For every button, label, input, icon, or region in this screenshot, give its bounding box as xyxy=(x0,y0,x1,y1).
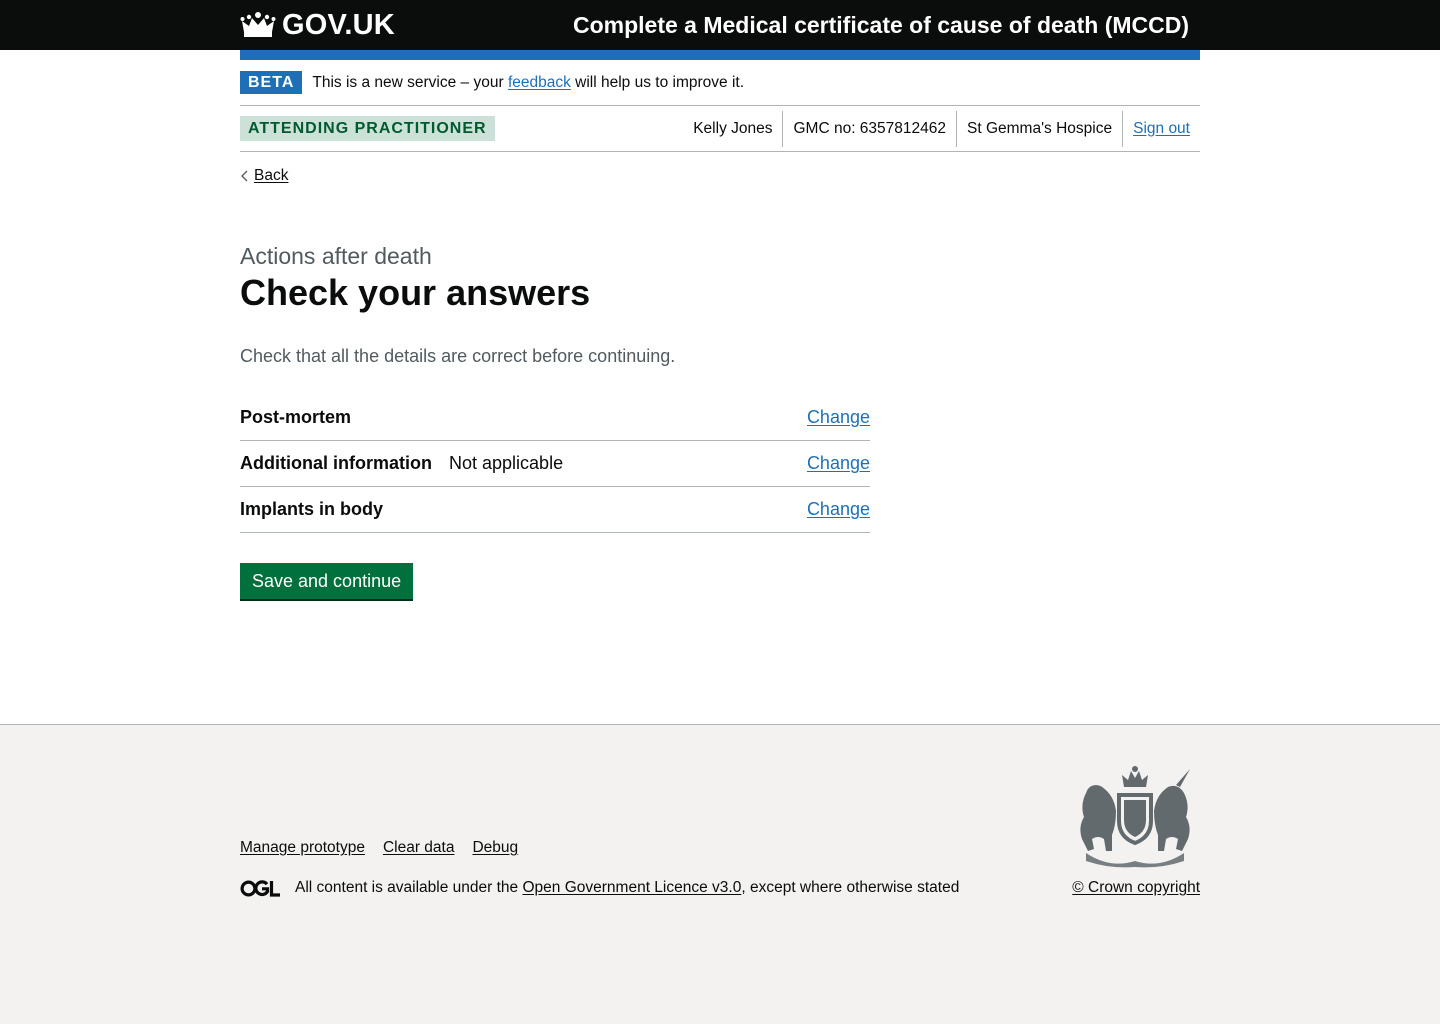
sign-out-link[interactable]: Sign out xyxy=(1123,111,1200,147)
phase-text-before: This is a new service – your xyxy=(312,73,504,91)
user-meta: Kelly Jones GMC no: 6357812462 St Gemma'… xyxy=(683,110,1200,147)
ogl-link[interactable]: Open Government Licence v3.0 xyxy=(522,879,741,897)
change-implants-link[interactable]: Change xyxy=(807,499,870,519)
licence-text-before: All content is available under the xyxy=(295,879,519,896)
summary-value xyxy=(449,497,750,522)
change-additional-information-link[interactable]: Change xyxy=(807,453,870,473)
feedback-link[interactable]: feedback xyxy=(508,74,571,91)
summary-row-additional-information: Additional information Not applicable Ch… xyxy=(240,441,870,488)
licence-statement: All content is available under the Open … xyxy=(240,879,959,897)
manage-prototype-link[interactable]: Manage prototype xyxy=(240,839,365,857)
summary-key: Post-mortem xyxy=(240,407,352,428)
licence-text-after: , except where otherwise stated xyxy=(741,879,960,896)
phase-banner: BETA This is a new service – your feedba… xyxy=(240,60,1200,106)
summary-value xyxy=(449,405,750,430)
user-role-bar: ATTENDING PRACTITIONER Kelly Jones GMC n… xyxy=(240,106,1200,152)
summary-row-implants: Implants in body Change xyxy=(240,487,870,534)
page-caption: Actions after death xyxy=(240,243,432,269)
site-header: GOV.UK Complete a Medical certificate of… xyxy=(0,0,1440,50)
back-link[interactable]: Back xyxy=(254,167,288,185)
beta-tag: BETA xyxy=(240,71,303,94)
role-tag: ATTENDING PRACTITIONER xyxy=(240,116,495,141)
clear-data-link[interactable]: Clear data xyxy=(383,839,455,857)
header-accent-bar xyxy=(240,50,1200,60)
phase-banner-text: This is a new service – your feedback wi… xyxy=(312,74,744,92)
footer-links: Manage prototype Clear data Debug xyxy=(240,839,518,857)
summary-row-post-mortem: Post-mortem Change xyxy=(240,395,870,442)
change-post-mortem-link[interactable]: Change xyxy=(807,407,870,427)
phase-text-after: will help us to improve it. xyxy=(575,73,745,91)
summary-key: Additional information xyxy=(240,453,432,474)
crown-icon xyxy=(240,12,276,37)
logo-text: GOV.UK xyxy=(282,8,395,41)
govuk-logo[interactable]: GOV.UK xyxy=(240,9,395,42)
chevron-left-icon xyxy=(241,170,248,182)
back-link-wrapper[interactable]: Back xyxy=(240,167,288,185)
crown-copyright-link[interactable]: © Crown copyright xyxy=(1072,879,1200,896)
page-lede: Check that all the details are correct b… xyxy=(240,346,676,367)
gmc-number: GMC no: 6357812462 xyxy=(783,110,958,147)
user-name: Kelly Jones xyxy=(683,110,784,147)
ogl-logo-icon xyxy=(240,879,280,897)
summary-list: Post-mortem Change Additional informatio… xyxy=(240,395,870,534)
royal-coat-of-arms-icon xyxy=(1080,766,1190,868)
page-title: Check your answers xyxy=(240,272,591,313)
debug-link[interactable]: Debug xyxy=(472,839,518,857)
service-name[interactable]: Complete a Medical certificate of cause … xyxy=(573,12,1200,39)
summary-key: Implants in body xyxy=(240,499,384,520)
summary-value: Not applicable xyxy=(449,453,564,474)
organisation-name: St Gemma's Hospice xyxy=(957,110,1124,147)
site-footer: Manage prototype Clear data Debug All co… xyxy=(0,724,1440,1024)
save-and-continue-button[interactable]: Save and continue xyxy=(240,563,414,600)
crown-copyright: © Crown copyright xyxy=(1072,879,1200,897)
